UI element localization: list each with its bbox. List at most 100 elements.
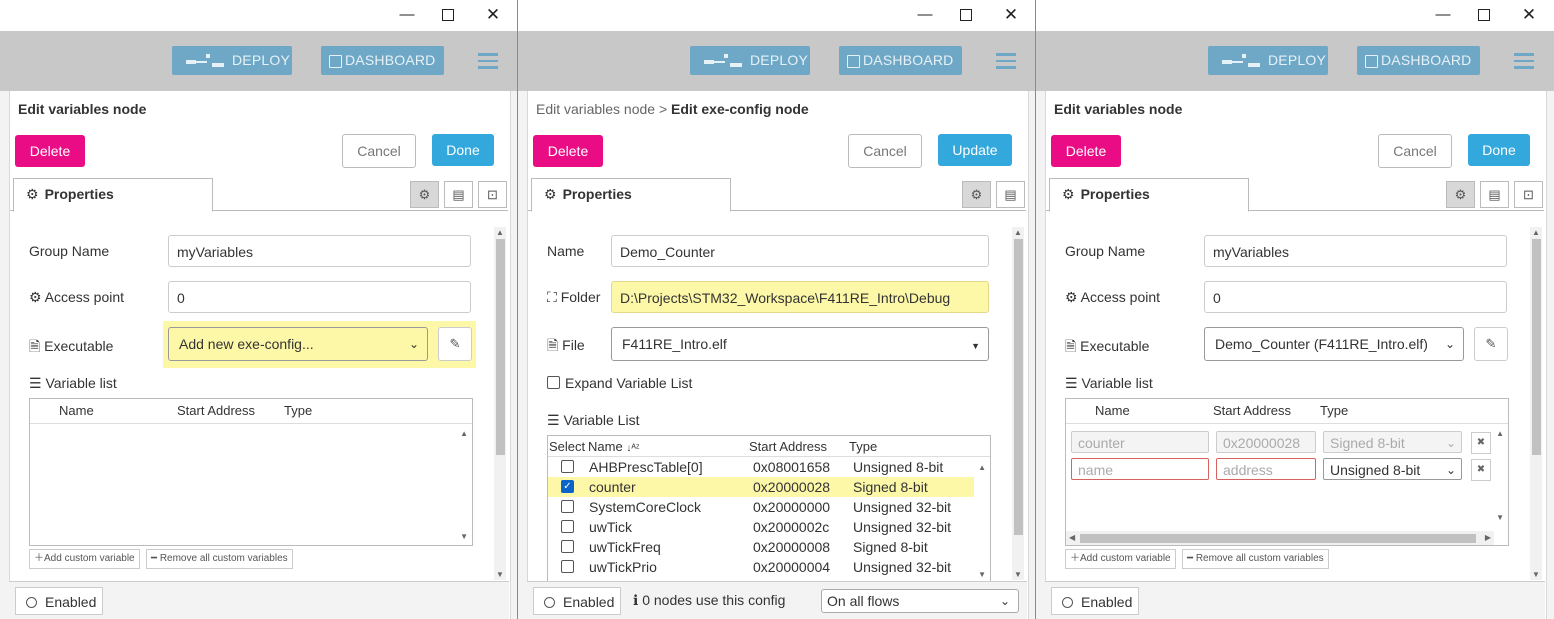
scroll-down-icon[interactable]: ▼ — [1496, 513, 1504, 522]
menu-icon[interactable] — [478, 53, 498, 73]
file-icon: 🗎 — [547, 337, 563, 353]
group-name-input[interactable]: myVariables — [168, 235, 471, 267]
maximize-button[interactable] — [951, 4, 981, 26]
done-button[interactable]: Done — [1468, 134, 1530, 166]
delete-button[interactable]: Delete — [533, 135, 603, 167]
enabled-toggle[interactable]: Enabled — [15, 587, 103, 615]
delete-button[interactable]: Delete — [1051, 135, 1121, 167]
description-tab-icon[interactable]: ▤ — [444, 181, 473, 208]
remove-row-icon[interactable]: ✖ — [1471, 459, 1491, 481]
table-row[interactable]: uwTick 0x2000002c Unsigned 32-bit — [548, 517, 974, 537]
expand-checkbox[interactable] — [547, 376, 560, 389]
close-button[interactable]: ✕ — [1514, 4, 1544, 26]
tray-footer: Enabled — [1045, 581, 1545, 619]
scrollbar[interactable]: ▲ ▼ — [1530, 227, 1542, 580]
edit-pencil-icon[interactable]: ✎ — [1474, 327, 1508, 361]
group-name-input[interactable]: myVariables — [1204, 235, 1507, 267]
row-checkbox[interactable] — [561, 540, 574, 553]
scroll-up-icon[interactable]: ▲ — [460, 429, 468, 438]
scroll-up-icon[interactable]: ▲ — [1496, 429, 1504, 438]
enabled-toggle[interactable]: Enabled — [1051, 587, 1139, 615]
description-tab-icon[interactable]: ▤ — [996, 181, 1025, 208]
deploy-button[interactable]: DEPLOY — [690, 46, 810, 75]
tab-properties[interactable]: ⚙ Properties — [1049, 178, 1249, 212]
cancel-button[interactable]: Cancel — [848, 134, 922, 168]
minimize-button[interactable]: — — [1428, 4, 1458, 26]
row-checkbox[interactable] — [561, 460, 574, 473]
app-header: DEPLOY DASHBOARD — [0, 31, 518, 91]
enabled-toggle[interactable]: Enabled — [533, 587, 621, 615]
scroll-down-icon[interactable]: ▼ — [978, 570, 986, 579]
scroll-up-icon[interactable]: ▲ — [978, 463, 986, 472]
breadcrumb-parent[interactable]: Edit variables node — [536, 101, 655, 117]
name-input[interactable]: Demo_Counter — [611, 235, 989, 267]
variable-address-field[interactable]: 0x20000028 — [1216, 431, 1316, 453]
add-custom-variable-button[interactable]: ＋Add custom variable — [1065, 549, 1176, 569]
close-button[interactable]: ✕ — [478, 4, 508, 26]
add-custom-variable-button[interactable]: ＋Add custom variable — [29, 549, 140, 569]
settings-tab-icon[interactable]: ⚙ — [962, 181, 991, 208]
settings-tab-icon[interactable]: ⚙ — [1446, 181, 1475, 208]
deploy-button[interactable]: DEPLOY — [1208, 46, 1328, 75]
row-checkbox[interactable] — [561, 520, 574, 533]
col-start-address: Start Address — [177, 403, 256, 418]
variable-type-select[interactable]: Signed 8-bit ⌄ — [1323, 431, 1462, 453]
new-variable-name-field[interactable]: name — [1071, 458, 1209, 480]
maximize-button[interactable] — [1469, 4, 1499, 26]
update-button[interactable]: Update — [938, 134, 1012, 166]
executable-select[interactable]: Add new exe-config... ⌄ — [168, 327, 428, 361]
cancel-button[interactable]: Cancel — [1378, 134, 1452, 168]
tab-properties[interactable]: ⚙ Properties — [13, 178, 213, 212]
scroll-down-icon[interactable]: ▼ — [460, 532, 468, 541]
appearance-tab-icon[interactable]: ⊡ — [478, 181, 507, 208]
menu-icon[interactable] — [996, 53, 1016, 73]
flows-select[interactable]: On all flows ⌄ — [821, 589, 1019, 613]
menu-icon[interactable] — [1514, 53, 1534, 73]
executable-select[interactable]: Demo_Counter (F411RE_Intro.elf) ⌄ — [1204, 327, 1464, 361]
deploy-button[interactable]: DEPLOY — [172, 46, 292, 75]
new-variable-address-field[interactable]: address — [1216, 458, 1316, 480]
remove-all-custom-variables-button[interactable]: ━ Remove all custom variables — [1182, 549, 1329, 569]
edit-pencil-icon[interactable]: ✎ — [438, 327, 472, 361]
table-row[interactable]: ✓ counter 0x20000028 Signed 8-bit — [548, 477, 974, 497]
horizontal-scrollbar[interactable]: ◀ ▶ — [1066, 531, 1494, 545]
remove-all-custom-variables-button[interactable]: ━ Remove all custom variables — [146, 549, 293, 569]
file-icon: 🗎 — [29, 338, 45, 354]
table-row[interactable]: AHBPrescTable[0] 0x08001658 Unsigned 8-bit — [548, 457, 974, 477]
tab-properties[interactable]: ⚙ Properties — [531, 178, 731, 212]
scrollbar[interactable]: ▲ ▼ — [494, 227, 506, 580]
access-point-input[interactable]: 0 — [168, 281, 471, 313]
dashboard-button[interactable]: DASHBOARD — [321, 46, 444, 75]
dashboard-button[interactable]: DASHBOARD — [1357, 46, 1480, 75]
dashboard-button[interactable]: DASHBOARD — [839, 46, 962, 75]
tray-title: Edit variables node — [1054, 101, 1183, 117]
folder-input[interactable]: D:\Projects\STM32_Workspace\F411RE_Intro… — [611, 281, 989, 313]
row-checkbox[interactable] — [561, 560, 574, 573]
table-row[interactable]: uwTickFreq 0x20000008 Signed 8-bit — [548, 537, 974, 557]
settings-tab-icon[interactable]: ⚙ — [410, 181, 439, 208]
done-button[interactable]: Done — [432, 134, 494, 166]
title-bar: — ✕ — [518, 0, 1036, 31]
table-row[interactable]: uwTickPrio 0x20000004 Unsigned 32-bit — [548, 557, 974, 577]
delete-button[interactable]: Delete — [15, 135, 85, 167]
minimize-button[interactable]: — — [910, 4, 940, 26]
access-point-input[interactable]: 0 — [1204, 281, 1507, 313]
maximize-button[interactable] — [433, 4, 463, 26]
table-row[interactable]: SystemCoreClock 0x20000000 Unsigned 32-bit — [548, 497, 974, 517]
new-variable-type-select[interactable]: Unsigned 8-bit ⌄ — [1323, 458, 1462, 480]
variable-name-field[interactable]: counter — [1071, 431, 1209, 453]
remove-row-icon[interactable]: ✖ — [1471, 432, 1491, 454]
col-name[interactable]: Name ↓ᴬᶻ — [588, 439, 639, 454]
description-tab-icon[interactable]: ▤ — [1480, 181, 1509, 208]
minimize-button[interactable]: — — [392, 4, 422, 26]
gear-icon: ⚙ — [29, 289, 45, 305]
row-checkbox[interactable]: ✓ — [561, 480, 574, 493]
close-button[interactable]: ✕ — [996, 4, 1026, 26]
file-select[interactable]: F411RE_Intro.elf ▼ — [611, 327, 989, 361]
row-checkbox[interactable] — [561, 500, 574, 513]
appearance-tab-icon[interactable]: ⊡ — [1514, 181, 1543, 208]
variable-address: 0x2000002c — [753, 519, 830, 535]
cancel-button[interactable]: Cancel — [342, 134, 416, 168]
expand-variable-list[interactable]: Expand Variable List — [547, 375, 692, 391]
scrollbar[interactable]: ▲ ▼ — [1012, 227, 1024, 580]
